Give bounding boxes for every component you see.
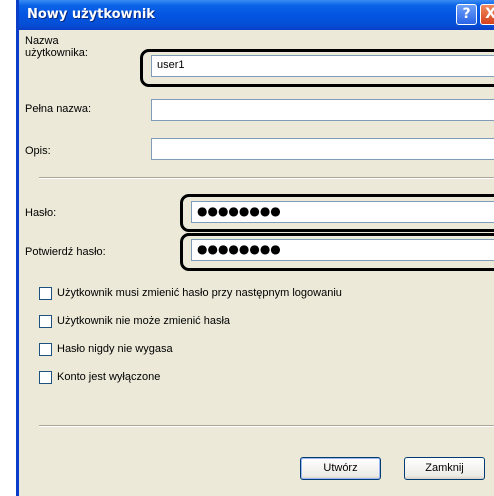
account-disabled-checkbox[interactable] [39, 371, 52, 384]
close-window-button[interactable]: X [480, 4, 494, 25]
username-label: Nazwa użytkownika: [25, 35, 88, 59]
separator [39, 177, 494, 179]
must-change-password-checkbox[interactable] [39, 287, 52, 300]
username-highlight [140, 49, 494, 87]
description-field[interactable] [151, 138, 494, 160]
create-button[interactable]: Utwórz [300, 457, 381, 480]
confirm-password-highlight [180, 233, 494, 271]
new-user-dialog: Nowy użytkownik ? X Nazwa użytkownika: u… [16, 0, 494, 496]
window-title: Nowy użytkownik [27, 7, 155, 22]
confirm-password-label: Potwierdź hasło: [25, 246, 106, 258]
cannot-change-password-checkbox[interactable] [39, 315, 52, 328]
help-button[interactable]: ? [456, 4, 477, 25]
title-bar[interactable]: Nowy użytkownik ? X [19, 0, 494, 30]
password-label: Hasło: [25, 207, 57, 219]
bottom-separator [39, 425, 494, 427]
description-label: Opis: [25, 145, 51, 157]
fullname-label: Pełna nazwa: [25, 103, 92, 115]
must-change-password-label: Użytkownik musi zmienić hasło przy nastę… [57, 287, 342, 299]
cannot-change-password-label: Użytkownik nie może zmienić hasła [57, 315, 231, 327]
password-never-expires-label: Hasło nigdy nie wygasa [57, 343, 173, 355]
password-highlight [180, 194, 494, 232]
close-button[interactable]: Zamknij [404, 457, 485, 480]
password-never-expires-checkbox[interactable] [39, 343, 52, 356]
account-disabled-label: Konto jest wyłączone [57, 371, 161, 383]
fullname-field[interactable] [151, 99, 494, 121]
